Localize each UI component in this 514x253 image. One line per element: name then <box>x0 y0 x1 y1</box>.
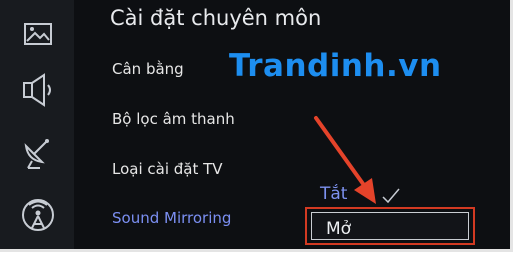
icon-rail <box>0 0 74 249</box>
watermark: Trandinh.vn <box>229 48 442 84</box>
option-on-box: Mở <box>311 212 469 240</box>
tv-settings-screen: Cài đặt chuyên môn Cân bằng Bộ lọc âm th… <box>0 0 513 252</box>
picture-icon[interactable] <box>18 14 58 54</box>
menu-item-tv-install-type[interactable]: Loại cài đặt TV <box>112 160 223 178</box>
option-off[interactable]: Tắt <box>320 184 347 204</box>
satellite-icon[interactable] <box>18 132 58 172</box>
menu-item-sound-mirroring[interactable]: Sound Mirroring <box>112 209 231 227</box>
option-on: Mở <box>326 219 352 239</box>
menu-item-audio-filter[interactable]: Bộ lọc âm thanh <box>112 110 235 128</box>
checkmark-icon <box>382 188 400 204</box>
broadcast-icon[interactable] <box>18 196 58 236</box>
page-title: Cài đặt chuyên môn <box>110 6 322 30</box>
sound-icon[interactable] <box>18 70 58 110</box>
menu-item-balance[interactable]: Cân bằng <box>112 60 184 78</box>
option-on-highlight[interactable]: Mở <box>305 207 475 245</box>
